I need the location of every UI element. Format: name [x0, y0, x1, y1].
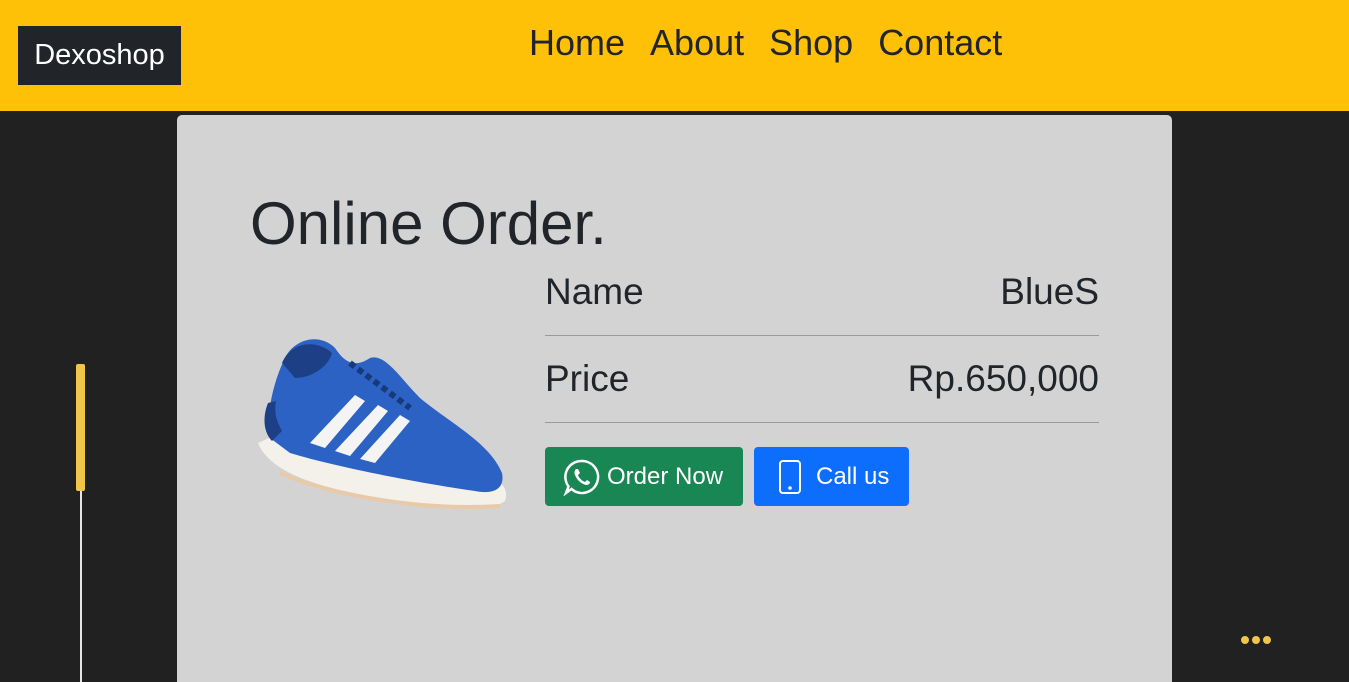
nav-links: Home About Shop Contact [529, 22, 1027, 64]
price-row: Price Rp.650,000 [545, 357, 1099, 401]
name-value: BlueS [1000, 271, 1099, 312]
navbar: Dexoshop Home About Shop Contact [0, 0, 1349, 111]
order-now-label: Order Now [607, 462, 724, 490]
order-card: Online Order. Name BlueS Price Rp.650,00… [177, 115, 1172, 682]
nav-link-home[interactable]: Home [529, 22, 625, 64]
name-row: Name BlueS [545, 270, 1099, 314]
brand-logo[interactable]: Dexoshop [18, 26, 181, 85]
scroll-indicator[interactable] [76, 364, 85, 491]
page-title: Online Order. [250, 190, 607, 257]
nav-link-about[interactable]: About [650, 22, 744, 64]
phone-icon [779, 459, 801, 494]
divider [545, 422, 1099, 423]
divider [545, 335, 1099, 336]
call-us-label: Call us [816, 462, 890, 490]
name-label: Name [545, 271, 644, 312]
price-value: Rp.650,000 [907, 358, 1099, 399]
nav-link-contact[interactable]: Contact [878, 22, 1002, 64]
whatsapp-icon [563, 459, 600, 496]
product-image [258, 339, 507, 509]
call-us-button[interactable]: Call us [754, 447, 909, 506]
more-options-icon[interactable] [1241, 636, 1274, 644]
order-now-button[interactable]: Order Now [545, 447, 743, 506]
nav-link-shop[interactable]: Shop [769, 22, 853, 64]
price-label: Price [545, 358, 630, 399]
